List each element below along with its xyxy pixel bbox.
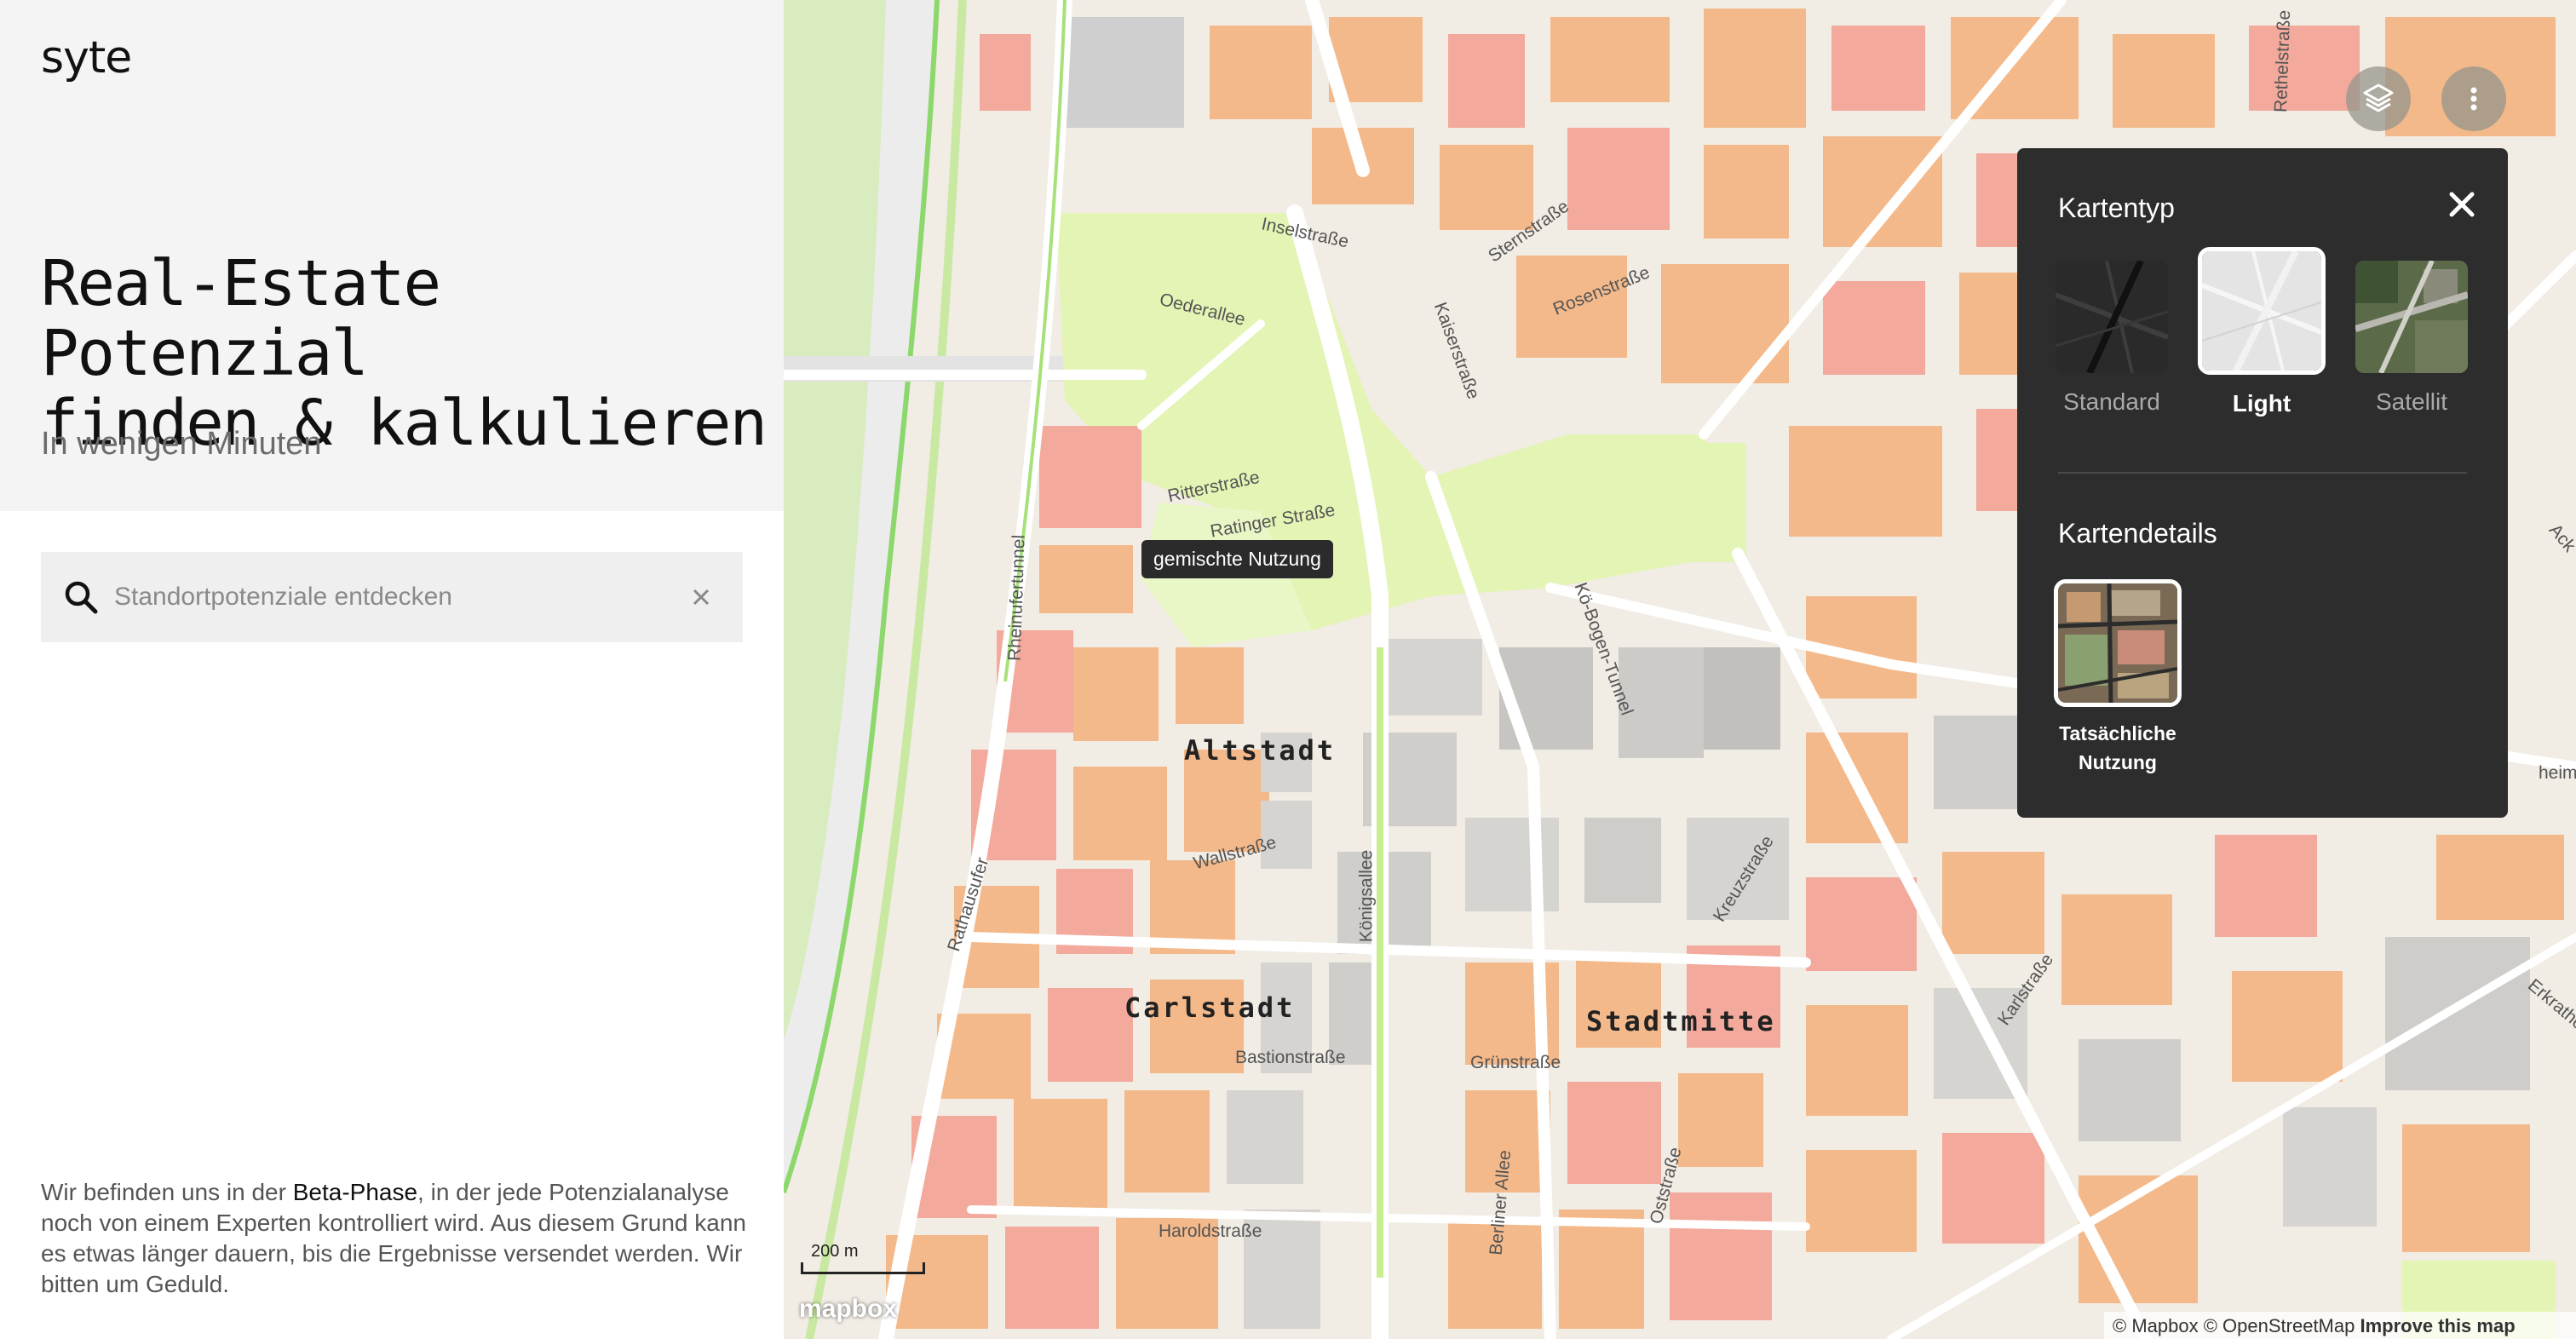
map-attribution: © Mapbox © OpenStreetMap Improve this ma… [2104, 1312, 2576, 1339]
more-button[interactable] [2441, 66, 2506, 131]
scale-label: 200 m [811, 1242, 859, 1261]
district-altstadt: Altstadt [1184, 734, 1337, 767]
map-detail-actual-use-thumb [2054, 579, 2182, 707]
district-carlstadt: Carlstadt [1124, 991, 1296, 1024]
attribution-osm[interactable]: © OpenStreetMap [2204, 1315, 2355, 1336]
page-title-line-1: Real-Estate Potenzial [41, 247, 441, 390]
scale-line [801, 1262, 925, 1274]
map-detail-label-line-1: Tatsächliche [2059, 722, 2176, 744]
panel-title-map-type: Kartentyp [2058, 193, 2175, 223]
street-gruenstrasse: Grünstraße [1470, 1053, 1561, 1072]
layers-button[interactable] [2346, 66, 2411, 131]
map-type-standard[interactable]: Standard [2048, 261, 2176, 416]
street-haroldstrasse: Haroldstraße [1159, 1221, 1262, 1241]
map-detail-label-line-2: Nutzung [2079, 751, 2157, 773]
beta-note-text-1: Wir befinden uns in der [41, 1179, 293, 1205]
more-vertical-icon [2470, 87, 2477, 111]
map-tooltip-text: gemischte Nutzung [1153, 548, 1321, 570]
map-type-standard-label: Standard [2063, 388, 2160, 415]
map-type-standard-thumb [2056, 261, 2168, 373]
map-type-satellite-thumb [2355, 261, 2468, 373]
search-box [41, 552, 743, 642]
close-icon[interactable] [2438, 181, 2486, 228]
district-stadtmitte: Stadtmitte [1586, 1005, 1776, 1037]
beta-phase-label: Beta-Phase [292, 1179, 418, 1205]
attribution-mapbox[interactable]: © Mapbox [2113, 1315, 2199, 1336]
street-rethelstrasse: Rethelstraße [2271, 9, 2295, 113]
map-type-light-label: Light [2232, 390, 2291, 417]
scale-bar: 200 m [801, 1240, 925, 1274]
layers-icon [2363, 83, 2394, 112]
mapbox-logo[interactable]: mapbox [799, 1295, 897, 1324]
page-subtitle: In wenigen Minuten [41, 426, 322, 462]
attribution-improve-map[interactable]: Improve this map [2360, 1315, 2515, 1336]
map-detail-actual-use-label: Tatsächliche Nutzung [2048, 719, 2188, 777]
street-koenigsallee: Königsallee [1356, 849, 1377, 943]
map-type-light[interactable]: Light [2198, 247, 2326, 417]
map-tooltip: gemischte Nutzung [1141, 540, 1333, 578]
clear-icon[interactable] [681, 578, 721, 617]
map-type-satellite[interactable]: Satellit [2348, 261, 2475, 416]
sidebar-header: syte Real-Estate Potenzial finden & kalk… [0, 0, 784, 511]
beta-note: Wir befinden uns in der Beta-Phase, in d… [41, 1177, 756, 1300]
map-type-light-thumb [2198, 247, 2326, 375]
panel-divider [2058, 472, 2467, 474]
panel-title-map-details: Kartendetails [2058, 518, 2217, 549]
map-type-satellite-label: Satellit [2375, 388, 2448, 415]
map-detail-actual-use[interactable]: Tatsächliche Nutzung [2048, 579, 2188, 777]
logo[interactable]: syte [41, 32, 132, 83]
sidebar: syte Real-Estate Potenzial finden & kalk… [0, 0, 784, 1339]
search-input[interactable] [114, 576, 668, 618]
street-heimer: heimer Str [2539, 763, 2576, 783]
search-icon [65, 581, 98, 614]
street-bastionstrasse: Bastionstraße [1235, 1048, 1346, 1067]
map-type-panel: Kartentyp Standard Light Satellit Karten… [2017, 148, 2508, 818]
